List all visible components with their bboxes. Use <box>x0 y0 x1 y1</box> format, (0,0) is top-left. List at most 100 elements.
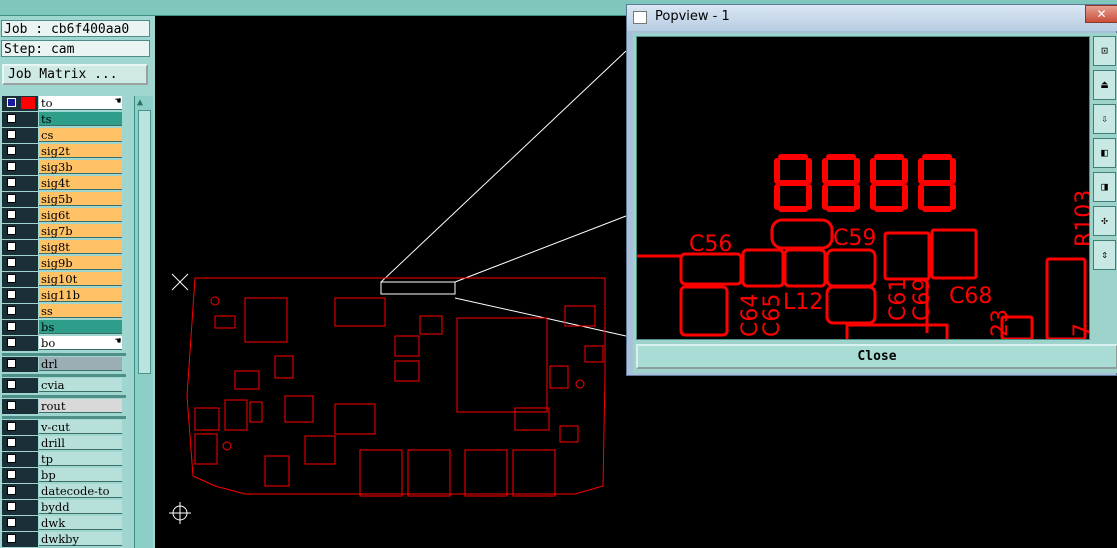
layer-row-ss[interactable]: ss <box>2 304 124 319</box>
pan-down-tool-icon[interactable]: ⇩ <box>1093 104 1116 134</box>
layer-checkbox-cell <box>2 192 38 207</box>
layer-row-datecode-to[interactable]: datecode-to <box>2 484 124 499</box>
layer-row-cs[interactable]: cs <box>2 128 124 143</box>
layer-row-tp[interactable]: tp <box>2 452 124 467</box>
popview-title: Popview - 1 <box>655 9 730 24</box>
layer-checkbox[interactable] <box>7 502 16 511</box>
layer-checkbox-cell <box>2 240 38 255</box>
silkscreen-label: L12 <box>783 290 823 315</box>
layer-name: sig4t <box>39 176 122 190</box>
layer-checkbox[interactable] <box>7 130 16 139</box>
layer-row-sig3b[interactable]: sig3b <box>2 160 124 175</box>
layer-checkbox[interactable] <box>7 146 16 155</box>
layer-list-scrollbar[interactable]: ▲ <box>134 96 153 548</box>
layer-name: sig6t <box>39 208 122 222</box>
layer-group-separator <box>2 416 126 419</box>
layer-checkbox[interactable] <box>7 518 16 527</box>
layer-row-bs[interactable]: bs <box>2 320 124 335</box>
layer-checkbox[interactable] <box>7 422 16 431</box>
layer-row-drill[interactable]: drill <box>2 436 124 451</box>
layer-checkbox[interactable] <box>7 242 16 251</box>
layer-checkbox-cell <box>2 272 38 287</box>
layer-checkbox[interactable] <box>7 486 16 495</box>
layer-row-sig7b[interactable]: sig7b <box>2 224 124 239</box>
layer-name: sig7b <box>39 224 122 238</box>
layer-row-bo[interactable]: bo ☚ <box>2 336 124 351</box>
affected-layer-hand-icon: ☚ <box>114 96 121 107</box>
zoom-out-tool-icon[interactable]: ⇕ <box>1093 240 1116 270</box>
layer-checkbox[interactable] <box>7 534 16 543</box>
layer-checkbox-cell <box>2 500 38 515</box>
layer-checkbox-cell <box>2 532 38 547</box>
layer-checkbox-cell <box>2 304 38 319</box>
layer-checkbox[interactable] <box>7 98 16 107</box>
layer-row-dwkby[interactable]: dwkby <box>2 532 124 547</box>
pan-up-tool-icon[interactable]: ⏏ <box>1093 70 1116 100</box>
job-label: Job : cb6f400aa0 <box>1 20 150 37</box>
popview-zoom-view[interactable]: C56C59L12C64C65C61C69C68R103237 <box>636 36 1090 340</box>
layer-row-sig6t[interactable]: sig6t <box>2 208 124 223</box>
window-close-icon[interactable]: ✕ <box>1085 5 1117 23</box>
layer-name: bydd <box>39 500 122 514</box>
layer-row-sig8t[interactable]: sig8t <box>2 240 124 255</box>
layer-checkbox[interactable] <box>7 210 16 219</box>
layer-checkbox[interactable] <box>7 290 16 299</box>
layer-name: rout <box>39 399 122 413</box>
layer-checkbox-cell <box>2 468 38 483</box>
layer-row-rout[interactable]: rout <box>2 399 124 414</box>
layer-checkbox[interactable] <box>7 322 16 331</box>
pan-right-tool-icon[interactable]: ◨ <box>1093 172 1116 202</box>
layer-checkbox-cell <box>2 160 38 175</box>
layer-checkbox[interactable] <box>7 380 16 389</box>
layer-color-swatch[interactable] <box>21 97 35 109</box>
layer-row-sig10t[interactable]: sig10t <box>2 272 124 287</box>
zoom-fit-tool-icon[interactable]: ⊡ <box>1093 36 1116 66</box>
layer-row-drl[interactable]: drl <box>2 357 124 372</box>
layer-checkbox[interactable] <box>7 226 16 235</box>
popview-titlebar[interactable]: Popview - 1 ✕ <box>627 5 1117 31</box>
layer-row-sig9b[interactable]: sig9b <box>2 256 124 271</box>
layer-row-dwk[interactable]: dwk <box>2 516 124 531</box>
layer-row-sig5b[interactable]: sig5b <box>2 192 124 207</box>
layer-checkbox-cell <box>2 320 38 335</box>
layer-checkbox-cell <box>2 288 38 303</box>
silkscreen-label: C59 <box>833 226 876 251</box>
layer-checkbox[interactable] <box>7 454 16 463</box>
layer-row-cvia[interactable]: cvia <box>2 378 124 393</box>
layer-row-to[interactable]: to ☚ <box>2 96 124 111</box>
layer-row-sig2t[interactable]: sig2t <box>2 144 124 159</box>
layer-checkbox[interactable] <box>7 359 16 368</box>
layer-row-ts[interactable]: ts <box>2 112 124 127</box>
layer-checkbox-cell <box>2 336 38 351</box>
layer-checkbox[interactable] <box>7 338 16 347</box>
layer-row-v-cut[interactable]: v-cut <box>2 420 124 435</box>
layer-group-separator <box>2 353 126 356</box>
layer-checkbox[interactable] <box>7 178 16 187</box>
layer-row-bp[interactable]: bp <box>2 468 124 483</box>
scrollbar-thumb[interactable] <box>138 110 151 374</box>
layer-checkbox[interactable] <box>7 258 16 267</box>
job-matrix-button[interactable]: Job Matrix ... <box>2 64 148 85</box>
layer-checkbox[interactable] <box>7 194 16 203</box>
layer-checkbox[interactable] <box>7 306 16 315</box>
close-button[interactable]: Close <box>636 344 1117 369</box>
layer-row-sig4t[interactable]: sig4t <box>2 176 124 191</box>
layer-checkbox-cell <box>2 112 38 127</box>
layer-checkbox-cell <box>2 378 38 393</box>
layer-row-sig11b[interactable]: sig11b <box>2 288 124 303</box>
layer-name: drill <box>39 436 122 450</box>
layer-checkbox[interactable] <box>7 470 16 479</box>
zoom-in-tool-icon[interactable]: ✣ <box>1093 206 1116 236</box>
layer-checkbox[interactable] <box>7 438 16 447</box>
layer-checkbox[interactable] <box>7 162 16 171</box>
layer-checkbox-cell <box>2 420 38 435</box>
scroll-up-arrow-icon[interactable]: ▲ <box>137 97 143 108</box>
layer-checkbox[interactable] <box>7 114 16 123</box>
silkscreen-label: 7 <box>1070 323 1090 337</box>
layer-row-bydd[interactable]: bydd <box>2 500 124 515</box>
pan-left-tool-icon[interactable]: ◧ <box>1093 138 1116 168</box>
layer-name: v-cut <box>39 420 122 434</box>
layer-checkbox[interactable] <box>7 274 16 283</box>
layer-checkbox-cell <box>2 484 38 499</box>
layer-checkbox[interactable] <box>7 401 16 410</box>
